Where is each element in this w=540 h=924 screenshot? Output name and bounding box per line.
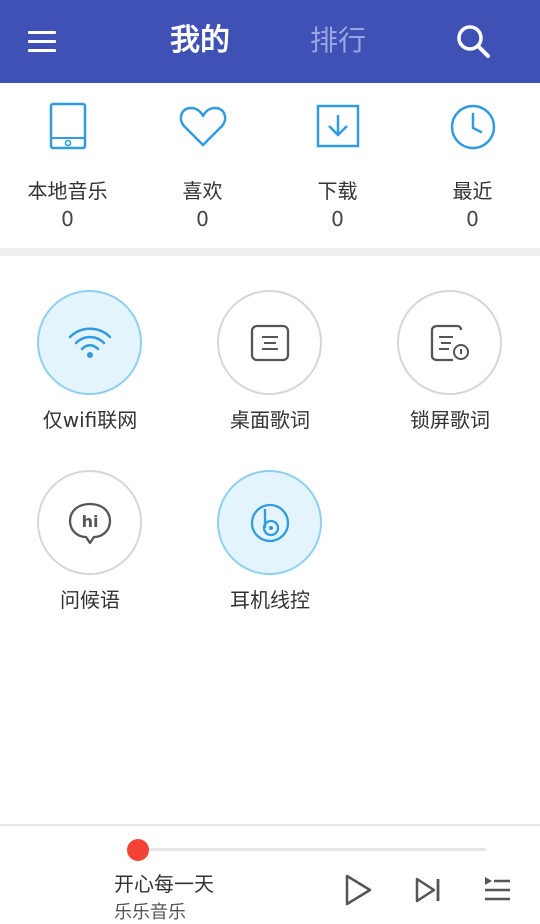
- skip-next-icon: [415, 877, 440, 903]
- feature-wifi-only[interactable]: 仅wifi联网: [0, 290, 180, 460]
- progress-track[interactable]: [138, 848, 486, 851]
- song-title: 开心每一天: [114, 872, 214, 896]
- stat-label: 最近: [452, 179, 493, 203]
- desktop-lyrics-icon: [250, 324, 290, 362]
- menu-button[interactable]: [22, 24, 62, 60]
- stat-count: 0: [61, 207, 74, 231]
- play-button[interactable]: [340, 872, 376, 908]
- song-artist: 乐乐音乐: [114, 902, 186, 923]
- feature-toggle-circle[interactable]: [217, 470, 322, 575]
- search-icon: [457, 25, 490, 58]
- clock-icon: [450, 104, 496, 150]
- greeting-hi-icon: hi: [68, 502, 112, 545]
- search-button[interactable]: [452, 20, 496, 64]
- tab-mine[interactable]: 我的: [170, 18, 230, 64]
- feature-label: 仅wifi联网: [42, 408, 138, 432]
- svg-text:hi: hi: [82, 512, 99, 531]
- stat-local-music[interactable]: 本地音乐 0: [0, 83, 135, 248]
- top-app-bar: 我的 排行: [0, 0, 540, 83]
- section-divider: [0, 248, 540, 256]
- playlist-icon: [485, 877, 510, 901]
- next-button[interactable]: [410, 872, 446, 908]
- stat-count: 0: [196, 207, 209, 231]
- library-stats: 本地音乐 0 喜欢 0 下载 0 最近 0: [0, 83, 540, 248]
- wifi-icon: [68, 327, 112, 358]
- headset-control-icon: [250, 503, 290, 543]
- feature-toggle-circle[interactable]: [397, 290, 502, 395]
- feature-headset-control[interactable]: 耳机线控: [180, 470, 360, 640]
- stat-favorites[interactable]: 喜欢 0: [135, 83, 270, 248]
- progress-knob[interactable]: [127, 839, 149, 861]
- feature-lockscreen-lyrics[interactable]: 锁屏歌词: [360, 290, 540, 460]
- play-icon: [345, 874, 372, 906]
- tablet-icon: [49, 102, 87, 150]
- download-icon: [316, 104, 360, 148]
- lockscreen-lyrics-icon: [430, 324, 469, 362]
- feature-toggle-circle[interactable]: [37, 290, 142, 395]
- feature-label: 问候语: [60, 588, 120, 612]
- feature-label: 桌面歌词: [230, 408, 310, 432]
- playlist-button[interactable]: [480, 872, 516, 908]
- tab-ranking[interactable]: 排行: [310, 18, 366, 64]
- stat-downloads[interactable]: 下载 0: [270, 83, 405, 248]
- feature-toggle-circle[interactable]: [217, 290, 322, 395]
- feature-greeting[interactable]: hi 问候语: [0, 470, 180, 640]
- stat-label: 喜欢: [182, 179, 223, 203]
- mini-player: 开心每一天 乐乐音乐: [0, 824, 540, 924]
- feature-label: 耳机线控: [230, 588, 310, 612]
- feature-toggle-circle[interactable]: hi: [37, 470, 142, 575]
- stat-label: 本地音乐: [27, 179, 108, 203]
- heart-icon: [179, 106, 227, 147]
- stat-count: 0: [331, 207, 344, 231]
- stat-recent[interactable]: 最近 0: [405, 83, 540, 248]
- feature-desktop-lyrics[interactable]: 桌面歌词: [180, 290, 360, 460]
- stat-count: 0: [466, 207, 479, 231]
- feature-label: 锁屏歌词: [410, 408, 490, 432]
- stat-label: 下载: [317, 179, 358, 203]
